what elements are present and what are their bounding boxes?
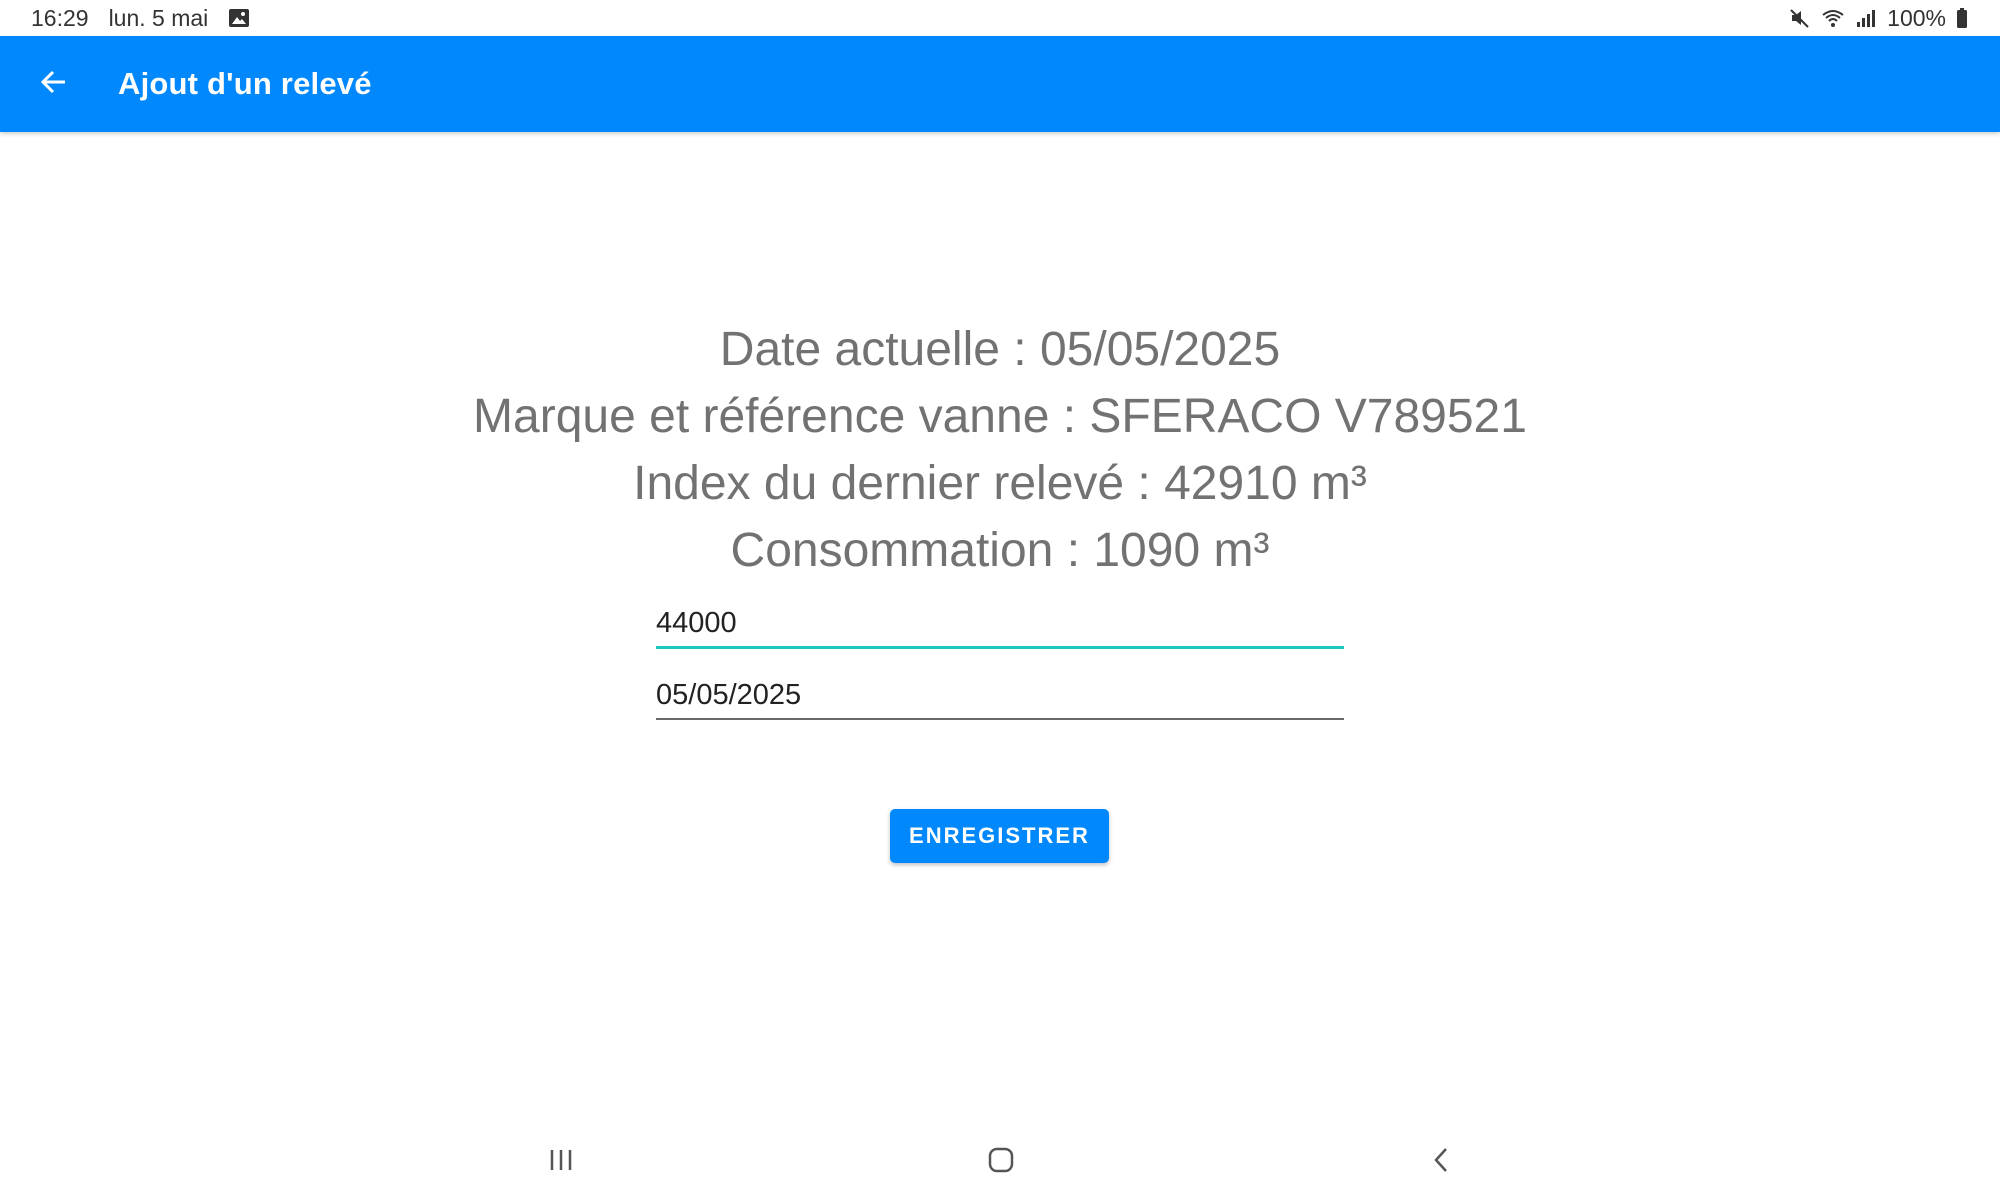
- index-input[interactable]: [656, 607, 1344, 640]
- system-nav-bar: [0, 1125, 2000, 1200]
- valve-reference-text: Marque et référence vanne : SFERACO V789…: [473, 390, 1527, 443]
- status-bar-left: 16:29 lun. 5 mai: [31, 5, 250, 32]
- battery-level: 100%: [1887, 4, 1946, 31]
- back-button[interactable]: [26, 56, 82, 112]
- page-title: Ajout d'un relevé: [118, 66, 372, 101]
- app-bar: Ajout d'un relevé: [0, 36, 2000, 132]
- arrow-left-icon: [39, 67, 69, 102]
- current-date-text: Date actuelle : 05/05/2025: [719, 323, 1281, 376]
- back-icon: [1431, 1146, 1451, 1179]
- date-field: [656, 664, 1344, 720]
- wifi-icon: [1821, 7, 1845, 29]
- gallery-icon: [228, 7, 250, 29]
- status-bar-right: 100%: [1789, 5, 1968, 32]
- last-index-text: Index du dernier relevé : 42910 m³: [633, 457, 1367, 510]
- home-icon: [987, 1146, 1015, 1179]
- recent-apps-icon: [547, 1147, 575, 1178]
- status-bar: 16:29 lun. 5 mai 100%: [0, 0, 2000, 36]
- index-field: [656, 593, 1344, 649]
- consumption-text: Consommation : 1090 m³: [730, 524, 1270, 577]
- save-button[interactable]: ENREGISTRER: [890, 809, 1109, 863]
- date-input[interactable]: [656, 679, 1344, 712]
- mute-icon: [1789, 7, 1811, 29]
- battery-icon: [1956, 7, 1968, 29]
- home-button[interactable]: [956, 1125, 1046, 1200]
- status-time: 16:29: [31, 4, 89, 31]
- status-date: lun. 5 mai: [108, 4, 209, 31]
- nav-back-button[interactable]: [1396, 1125, 1486, 1200]
- signal-icon: [1855, 7, 1877, 29]
- recent-apps-button[interactable]: [516, 1125, 606, 1200]
